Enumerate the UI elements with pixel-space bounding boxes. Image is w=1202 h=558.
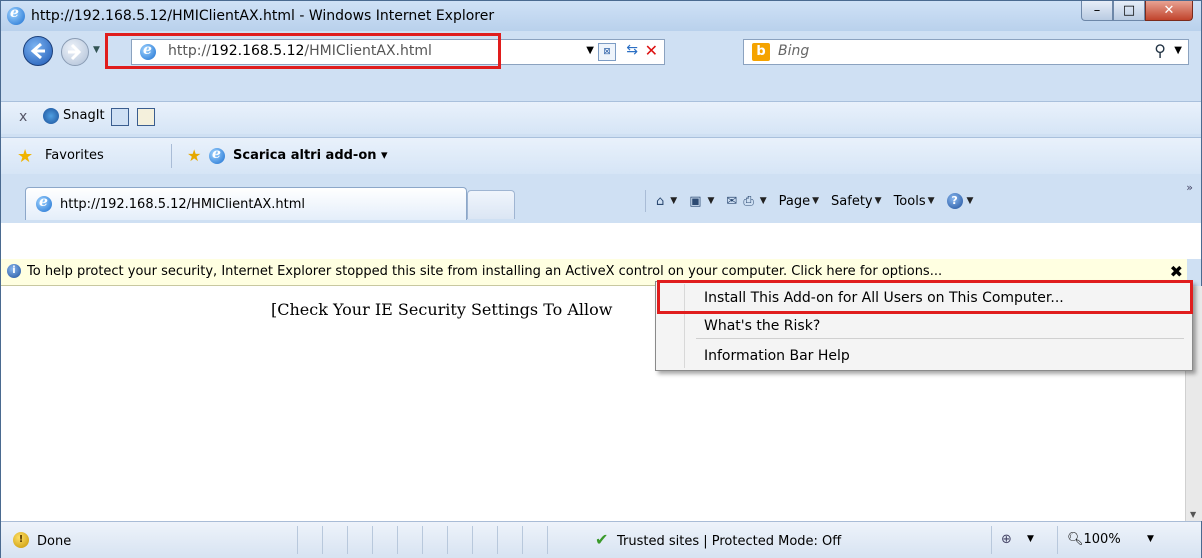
back-arrow-icon [30,42,45,60]
snagit-edit-icon[interactable] [137,108,155,126]
search-dropdown-icon[interactable]: ▼ [1174,45,1182,56]
mail-icon[interactable]: ✉ [726,194,737,209]
home-dropdown-icon[interactable]: ▼ [670,196,677,206]
command-bar: ⌂ ▼ ▣ ▼ ✉ ⎙ ▼ Page ▼ Safety ▼ Tools ▼ ? … [645,187,985,215]
safety-menu[interactable]: Safety [831,194,873,209]
feeds-icon[interactable]: ▣ [689,194,701,209]
maximize-button[interactable]: □ [1113,1,1145,21]
feeds-dropdown-icon[interactable]: ▼ [707,196,714,206]
whats-the-risk-menu-item[interactable]: What's the Risk? [704,318,820,334]
more-commands-icon[interactable]: » [1186,181,1193,194]
favorites-button[interactable]: Favorites [45,148,104,163]
tab-current[interactable]: http://192.168.5.12/HMIClientAX.html [25,187,467,220]
snagit-capture-icon[interactable] [111,108,129,126]
search-icon[interactable]: ⚲ [1154,41,1166,60]
print-icon[interactable]: ⎙ [743,194,753,209]
favorites-bar: ★ Favorites ★ Scarica altri add-on ▾ [1,137,1201,174]
add-ons-dropdown-icon[interactable]: ▼ [1027,534,1034,544]
safety-dropdown-icon[interactable]: ▼ [875,196,882,206]
favorites-star-icon: ★ [17,146,34,167]
information-bar-text[interactable]: To help protect your security, Internet … [27,264,1137,279]
title-bar: http://192.168.5.12/HMIClientAX.html - W… [1,1,1201,31]
add-ons-globe-icon[interactable]: ⊕ [1001,532,1012,547]
snagit-button[interactable]: SnagIt [63,108,105,123]
print-dropdown-icon[interactable]: ▼ [760,196,767,206]
status-cells [297,526,572,554]
add-to-favorites-icon[interactable]: ★ [187,146,201,165]
forward-button[interactable] [61,38,89,66]
menu-separator [696,338,1184,339]
trusted-check-icon: ✔ [595,530,609,549]
tools-dropdown-icon[interactable]: ▼ [928,196,935,206]
back-button[interactable] [23,36,53,66]
navigation-bar: ▼ http://192.168.5.12/HMIClientAX.html ▼… [1,31,1201,69]
forward-arrow-icon [68,43,82,61]
status-divider-2 [1057,526,1058,554]
tab-title: http://192.168.5.12/HMIClientAX.html [60,197,306,212]
addon-ie-icon [209,146,225,164]
security-message: [Check Your IE Security Settings To Allo… [271,300,613,319]
compatibility-view-icon[interactable]: ⊠ [598,43,616,61]
tab-ie-icon [36,194,52,212]
home-icon[interactable]: ⌂ [656,194,664,209]
ie-logo-icon [7,5,25,25]
close-button[interactable]: ✕ [1145,1,1193,21]
ie-window: http://192.168.5.12/HMIClientAX.html - W… [0,0,1202,558]
status-divider [991,526,992,554]
tools-menu[interactable]: Tools [894,194,926,209]
scroll-down-icon[interactable]: ▼ [1190,510,1196,519]
window-title: http://192.168.5.12/HMIClientAX.html - W… [31,8,495,24]
address-dropdown-icon[interactable]: ▼ [586,45,594,56]
recent-pages-dropdown-icon[interactable]: ▼ [93,45,100,55]
install-highlight-box [657,280,1193,314]
close-icon: ✕ [1163,3,1175,18]
tab-row: http://192.168.5.12/HMIClientAX.html ⌂ ▼… [1,181,1201,221]
search-box[interactable]: b Bing ⚲ ▼ [743,39,1189,65]
page-dropdown-icon[interactable]: ▼ [812,196,819,206]
close-toolbar-icon[interactable]: x [19,109,27,125]
search-input[interactable]: Bing [778,43,809,59]
minimize-icon: – [1093,3,1101,18]
minimize-button[interactable]: – [1081,1,1113,21]
status-text: Done [37,534,72,549]
zoom-level[interactable]: 🔍︎100% [1067,532,1121,547]
get-more-addons-link[interactable]: Scarica altri add-on ▾ [233,148,388,163]
info-shield-icon: i [7,264,21,278]
maximize-icon: □ [1122,3,1136,18]
favorites-divider [171,144,172,168]
status-bar: ! Done ✔ Trusted sites | Protected Mode:… [1,521,1201,558]
help-icon[interactable]: ? [946,193,963,209]
snagit-toolbar: x SnagIt [1,101,1201,134]
address-highlight-box [105,33,501,69]
refresh-icon[interactable]: ⇆ [626,42,638,58]
page-menu[interactable]: Page [779,194,810,209]
bing-logo-icon: b [752,43,770,61]
help-dropdown-icon[interactable]: ▼ [967,196,974,206]
security-zone[interactable]: Trusted sites | Protected Mode: Off [617,534,841,549]
stop-icon[interactable]: ✕ [645,41,658,60]
close-infobar-icon[interactable]: ✖ [1170,262,1183,281]
snagit-icon[interactable] [43,108,59,124]
content-top [1,223,1201,259]
information-bar-help-menu-item[interactable]: Information Bar Help [704,348,850,364]
new-tab-button[interactable] [467,190,515,219]
status-warning-icon: ! [13,532,29,548]
zoom-dropdown-icon[interactable]: ▼ [1147,534,1154,544]
window-controls: – □ ✕ [1081,1,1193,21]
command-divider [645,190,646,212]
